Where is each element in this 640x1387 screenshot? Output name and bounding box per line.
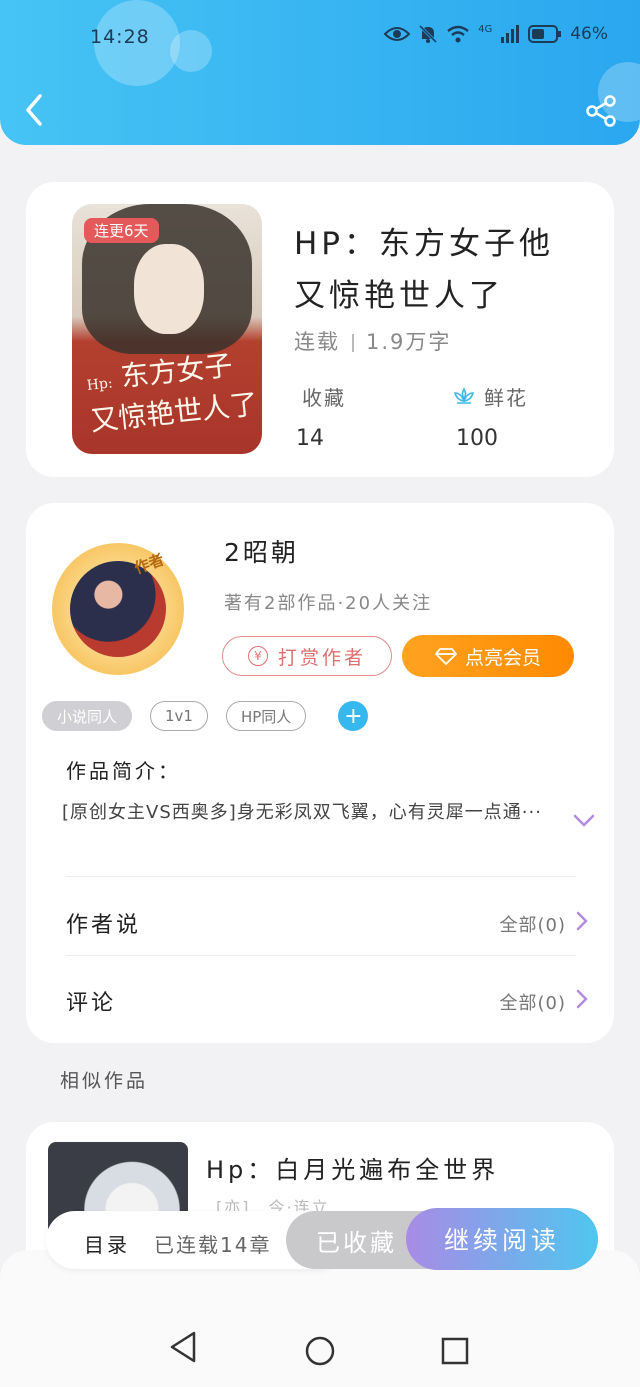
add-tag-icon[interactable]: + bbox=[338, 701, 369, 731]
mute-bell-icon bbox=[419, 24, 438, 44]
tag[interactable]: HP同人 bbox=[225, 701, 307, 731]
eye-icon bbox=[384, 27, 411, 41]
action-bar: 目录 已连载14章 已收藏 继续阅读 bbox=[46, 1208, 598, 1270]
reward-author-button[interactable]: ¥ 打赏作者 bbox=[222, 636, 392, 676]
tag[interactable]: 小说同人 bbox=[42, 701, 133, 731]
author-says-label[interactable]: 作者说 bbox=[66, 907, 141, 939]
flowers-label-text: 鲜花 bbox=[484, 386, 528, 410]
intro-text: [原创女主VS西奥多]身无彩凤双飞翼，心有灵犀一点通··· bbox=[62, 802, 542, 823]
book-title: HP：东方女子他又惊艳世人了 bbox=[294, 226, 555, 314]
network-type: 4G bbox=[478, 24, 493, 35]
nav-back-icon[interactable] bbox=[168, 1330, 198, 1364]
battery-icon bbox=[528, 25, 562, 43]
similar-section-title: 相似作品 bbox=[60, 1070, 149, 1092]
book-cover[interactable]: 连更6天 Hp: 东方女子又惊艳世人了 bbox=[72, 204, 262, 454]
continue-reading-button[interactable]: 继续阅读 bbox=[406, 1208, 598, 1270]
status-icons: 4G 46% bbox=[384, 24, 608, 44]
author-summary: 著有2部作品·20人关注 bbox=[224, 593, 433, 614]
chapter-count: 已连载14章 bbox=[154, 1233, 272, 1257]
intro-title: 作品简介： bbox=[66, 759, 181, 783]
reward-label: 打赏作者 bbox=[277, 646, 366, 669]
decor-bubble bbox=[170, 30, 212, 72]
catalog-button[interactable]: 目录 bbox=[84, 1229, 130, 1258]
favorites-label: 收藏 bbox=[302, 382, 346, 411]
cover-title-text: 东方女子又惊艳世人了 bbox=[88, 348, 260, 438]
diamond-icon bbox=[434, 648, 457, 665]
author-says-count[interactable]: 全部(0) bbox=[500, 911, 567, 937]
header-bar: 14:28 4G 46% bbox=[0, 0, 640, 145]
cover-prefix: Hp: bbox=[86, 375, 114, 394]
author-badge: 作者 bbox=[131, 550, 167, 578]
back-icon[interactable] bbox=[20, 92, 50, 128]
author-card: 作者 2昭朝 著有2部作品·20人关注 ¥ 打赏作者 点亮会员 小说同人 1v1… bbox=[26, 503, 614, 1043]
word-count: 1.9万字 bbox=[366, 330, 452, 354]
tag-list: 小说同人 1v1 HP同人 + bbox=[42, 701, 369, 731]
divider bbox=[66, 876, 576, 877]
divider bbox=[352, 334, 354, 352]
flowers-label[interactable]: 鲜花 bbox=[452, 382, 528, 411]
divider bbox=[66, 955, 576, 956]
similar-book-title[interactable]: Hp：白月光遍布全世界 bbox=[206, 1150, 499, 1185]
favorites-count: 14 bbox=[296, 426, 324, 451]
update-streak-badge: 连更6天 bbox=[84, 218, 159, 243]
author-avatar-frame[interactable]: 作者 bbox=[52, 543, 184, 675]
cover-title: Hp: 东方女子又惊艳世人了 bbox=[84, 345, 261, 439]
chevron-right-icon[interactable] bbox=[576, 989, 588, 1009]
status-time: 14:28 bbox=[90, 26, 150, 48]
tag[interactable]: 1v1 bbox=[150, 701, 208, 731]
flower-icon bbox=[453, 386, 475, 404]
cover-art-face bbox=[134, 244, 204, 334]
chevron-right-icon[interactable] bbox=[576, 911, 588, 931]
vip-label: 点亮会员 bbox=[464, 646, 541, 669]
comments-count[interactable]: 全部(0) bbox=[500, 989, 567, 1015]
book-info-card: 连更6天 Hp: 东方女子又惊艳世人了 HP：东方女子他又惊艳世人了 连载 1.9… bbox=[26, 182, 614, 477]
favorites-label-text: 收藏 bbox=[302, 386, 346, 410]
book-status: 连载 bbox=[294, 330, 340, 354]
nav-home-icon[interactable] bbox=[304, 1335, 336, 1367]
author-name[interactable]: 2昭朝 bbox=[224, 533, 299, 569]
vip-button[interactable]: 点亮会员 bbox=[402, 635, 574, 677]
book-meta: 连载 1.9万字 bbox=[294, 326, 451, 356]
battery-level: 46% bbox=[570, 24, 608, 44]
share-icon[interactable] bbox=[584, 94, 618, 128]
comments-label[interactable]: 评论 bbox=[66, 985, 116, 1017]
avatar bbox=[70, 561, 166, 657]
chevron-down-icon[interactable] bbox=[572, 813, 596, 829]
flowers-count: 100 bbox=[456, 426, 498, 451]
wifi-icon bbox=[447, 25, 469, 43]
signal-icon bbox=[501, 25, 520, 43]
yen-icon: ¥ bbox=[247, 646, 268, 666]
nav-recents-icon[interactable] bbox=[441, 1337, 469, 1365]
